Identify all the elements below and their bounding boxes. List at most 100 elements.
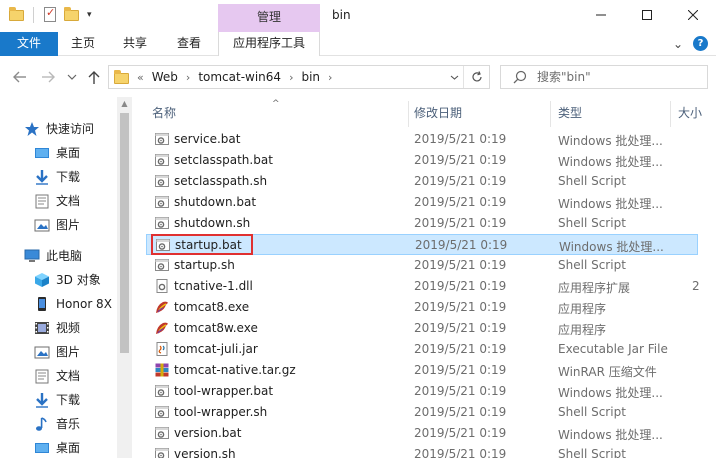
breadcrumb-tomcat-win64[interactable]: tomcat-win64 (198, 70, 281, 84)
file-type: 应用程序 (558, 323, 607, 337)
desktop-icon (34, 145, 50, 161)
file-row[interactable]: tcnative-1.dll 2019/5/21 0:19 应用程序扩展 2 (146, 276, 700, 297)
expand-ribbon-icon[interactable]: ⌄ (673, 37, 683, 51)
tab-share[interactable]: 共享 (108, 32, 162, 56)
search-box[interactable] (500, 65, 708, 89)
file-row[interactable]: tomcat8w.exe 2019/5/21 0:19 应用程序 (146, 318, 698, 339)
column-divider[interactable] (408, 101, 409, 127)
address-dropdown-icon[interactable] (450, 72, 459, 83)
minimize-icon (596, 14, 606, 16)
file-name: tcnative-1.dll (174, 279, 253, 293)
title-bar: ▾ 管理 bin (0, 0, 716, 32)
column-header-date[interactable]: 修改日期 (414, 97, 554, 127)
sidebar-scrollbar[interactable]: ▲ (117, 97, 132, 458)
sidebar-item-label: 此电脑 (46, 249, 83, 263)
file-type: Shell Script (558, 174, 626, 188)
file-row[interactable]: tomcat-juli.jar 2019/5/21 0:19 Executable … (146, 339, 698, 360)
column-header-type-label: 类型 (558, 105, 583, 120)
file-row[interactable]: startup.sh 2019/5/21 0:19 Shell Script (146, 255, 698, 276)
breadcrumb-separator[interactable]: › (289, 71, 293, 84)
file-name: startup.sh (174, 258, 235, 272)
file-type: 应用程序 (558, 302, 607, 316)
file-date: 2019/5/21 0:19 (414, 279, 507, 293)
file-row[interactable]: tool-wrapper.bat 2019/5/21 0:19 Windows 批处… (146, 381, 698, 402)
script-file-icon (154, 257, 170, 273)
address-bar[interactable]: « Web › tomcat-win64 › bin › (108, 65, 490, 89)
column-header-size[interactable]: 大小 (678, 97, 716, 127)
breadcrumb-separator[interactable]: › (186, 71, 190, 84)
new-folder-icon[interactable] (63, 6, 81, 24)
search-input[interactable] (537, 70, 697, 84)
back-button[interactable] (10, 67, 30, 87)
tab-file[interactable]: 文件 (0, 32, 58, 56)
column-header-type[interactable]: 类型 (558, 97, 678, 127)
tomcat-exe-icon (154, 299, 170, 315)
file-type: Shell Script (558, 258, 626, 272)
star-icon (24, 121, 40, 137)
file-date: 2019/5/21 0:19 (414, 426, 507, 440)
up-button[interactable] (84, 67, 104, 87)
overflow-icon[interactable]: « (137, 71, 144, 84)
tab-app-tools[interactable]: 应用程序工具 (218, 32, 320, 56)
file-row[interactable]: version.bat 2019/5/21 0:19 Windows 批处理... (146, 423, 698, 444)
file-row[interactable]: setclasspath.bat 2019/5/21 0:19 Windows 批处… (146, 150, 698, 171)
computer-icon (24, 248, 40, 264)
sidebar-item[interactable]: 此电脑 (24, 245, 132, 266)
refresh-button[interactable] (463, 66, 489, 88)
minimize-button[interactable] (578, 0, 624, 30)
maximize-icon (642, 10, 652, 20)
column-header-name[interactable]: 名称 (152, 97, 412, 127)
file-name: tomcat8.exe (174, 300, 250, 314)
close-button[interactable] (670, 0, 716, 30)
scrollbar-thumb[interactable] (120, 113, 129, 353)
file-row[interactable]: shutdown.bat 2019/5/21 0:19 Windows 批处理... (146, 192, 698, 213)
scroll-up-icon[interactable]: ▲ (117, 97, 132, 111)
file-row[interactable]: tomcat8.exe 2019/5/21 0:19 应用程序 (146, 297, 698, 318)
file-date: 2019/5/21 0:19 (414, 384, 507, 398)
forward-button[interactable] (38, 67, 58, 87)
column-divider[interactable] (670, 101, 671, 127)
file-row[interactable]: tomcat-native.tar.gz 2019/5/21 0:19 WinRAR… (146, 360, 698, 381)
file-name: service.bat (174, 132, 241, 146)
file-date: 2019/5/21 0:19 (414, 342, 507, 356)
help-icon[interactable]: ? (693, 36, 708, 51)
file-row[interactable]: setclasspath.sh 2019/5/21 0:19 Shell Scrip… (146, 171, 698, 192)
maximize-button[interactable] (624, 0, 670, 30)
file-type: Shell Script (558, 405, 626, 419)
back-arrow-icon (13, 71, 26, 83)
file-row[interactable]: tool-wrapper.sh 2019/5/21 0:19 Shell Scrip… (146, 402, 698, 423)
file-row[interactable]: shutdown.sh 2019/5/21 0:19 Shell Script (146, 213, 698, 234)
file-type: Windows 批处理... (558, 134, 663, 148)
navigation-bar: « Web › tomcat-win64 › bin › (0, 57, 716, 97)
batch-file-icon (154, 131, 170, 147)
breadcrumb-web[interactable]: Web (152, 70, 178, 84)
file-date: 2019/5/21 0:19 (414, 258, 507, 272)
file-date: 2019/5/21 0:19 (414, 174, 507, 188)
file-row[interactable]: startup.bat 2019/5/21 0:19 Windows 批处理... (146, 234, 698, 255)
ribbon-tabs: 文件 主页 共享 查看 应用程序工具 ⌄ ? (0, 32, 716, 56)
tab-view[interactable]: 查看 (162, 32, 216, 56)
highlight-box (151, 234, 253, 255)
breadcrumb-separator[interactable]: › (328, 71, 332, 84)
tab-home[interactable]: 主页 (58, 32, 108, 56)
file-type: Shell Script (558, 216, 626, 230)
sidebar-item-label: 图片 (56, 345, 81, 359)
file-name: setclasspath.bat (174, 153, 273, 167)
chevron-down-icon[interactable]: ▾ (85, 10, 92, 20)
file-type: Windows 批处理... (559, 240, 664, 254)
recent-locations-button[interactable] (62, 67, 82, 87)
sidebar-item-label: 桌面 (56, 441, 81, 455)
tomcat-exe-icon (154, 320, 170, 336)
navigation-pane: 快速访问 桌面 下载 文档 图片 此电脑 3D 对象 Honor 8X 视频 图片 文档 下载 音乐 桌面 (0, 97, 132, 458)
file-name: version.sh (174, 447, 236, 458)
sidebar-item[interactable]: 快速访问 (24, 118, 132, 139)
column-divider[interactable] (550, 101, 551, 127)
properties-icon[interactable] (41, 6, 59, 24)
file-row[interactable]: version.sh 2019/5/21 0:19 Shell Script (146, 444, 698, 458)
file-row[interactable]: service.bat 2019/5/21 0:19 Windows 批处理... (146, 129, 698, 150)
sidebar-item-label: Honor 8X (56, 296, 112, 311)
file-date: 2019/5/21 0:19 (414, 153, 507, 167)
context-tab-header-label: 管理 (256, 10, 281, 24)
breadcrumb-bin[interactable]: bin (301, 70, 320, 84)
ribbon-right: ⌄ ? (673, 36, 708, 51)
